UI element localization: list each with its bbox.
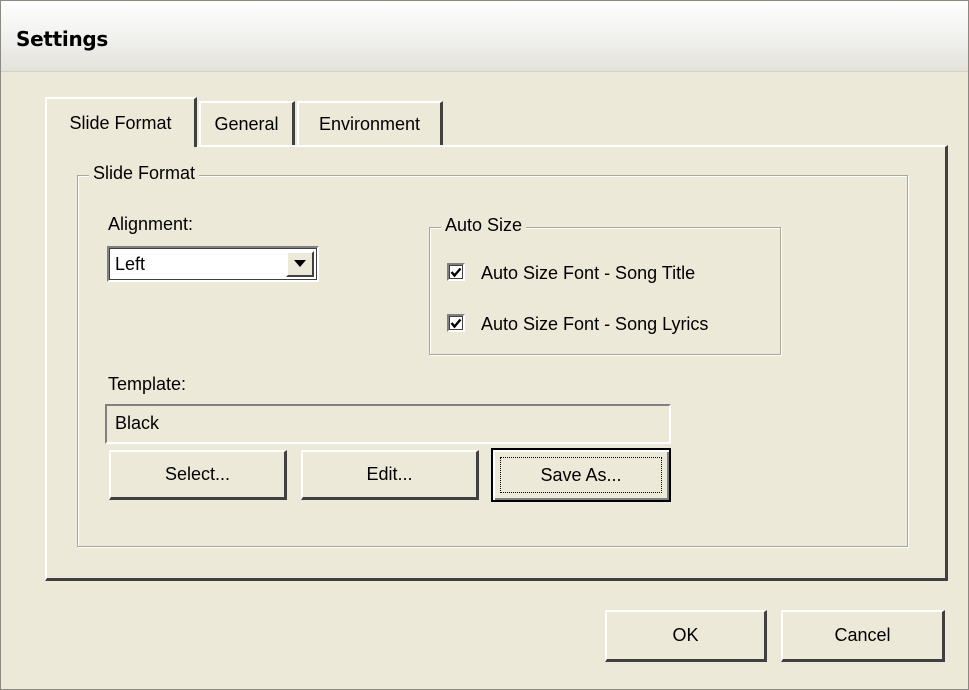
check-icon bbox=[450, 267, 462, 278]
select-button-label: Select... bbox=[164, 464, 231, 484]
edit-button-label: Edit... bbox=[366, 464, 413, 484]
template-field: Black bbox=[105, 404, 671, 444]
chevron-down-icon bbox=[294, 260, 306, 267]
title-bar[interactable]: Settings bbox=[1, 1, 968, 72]
settings-dialog: Settings Slide Format General Environmen… bbox=[0, 0, 969, 690]
template-value: Black bbox=[115, 413, 160, 433]
alignment-label: Alignment: bbox=[108, 214, 194, 234]
dropdown-button[interactable] bbox=[286, 251, 314, 277]
song-title-checkbox-label[interactable]: Auto Size Font - Song Title bbox=[481, 263, 695, 284]
save-as-button[interactable]: Save As... bbox=[491, 448, 671, 502]
edit-button[interactable]: Edit... bbox=[301, 450, 479, 500]
alignment-dropdown[interactable]: Left bbox=[107, 246, 319, 282]
song-lyrics-checkbox-label[interactable]: Auto Size Font - Song Lyrics bbox=[481, 314, 708, 335]
focus-ring bbox=[500, 457, 662, 493]
auto-size-group bbox=[429, 227, 781, 355]
ok-button[interactable]: OK bbox=[605, 610, 767, 662]
slide-format-legend: Slide Format bbox=[89, 163, 200, 184]
template-label: Template: bbox=[108, 374, 187, 394]
check-icon bbox=[450, 318, 462, 329]
cancel-button[interactable]: Cancel bbox=[781, 610, 945, 662]
window-title: Settings bbox=[16, 27, 109, 51]
alignment-value: Left bbox=[115, 254, 146, 274]
ok-button-label: OK bbox=[672, 625, 699, 645]
cancel-button-label: Cancel bbox=[834, 625, 891, 645]
tab-label: General bbox=[214, 113, 279, 134]
tab-label: Environment bbox=[318, 113, 421, 134]
song-title-checkbox[interactable] bbox=[447, 263, 465, 281]
tab-general[interactable]: General bbox=[199, 101, 295, 145]
select-button[interactable]: Select... bbox=[109, 450, 287, 500]
tab-label: Slide Format bbox=[69, 112, 172, 133]
tab-slide-format[interactable]: Slide Format bbox=[45, 97, 197, 147]
song-lyrics-checkbox[interactable] bbox=[447, 314, 465, 332]
tab-environment[interactable]: Environment bbox=[297, 101, 443, 145]
auto-size-legend: Auto Size bbox=[441, 215, 527, 236]
